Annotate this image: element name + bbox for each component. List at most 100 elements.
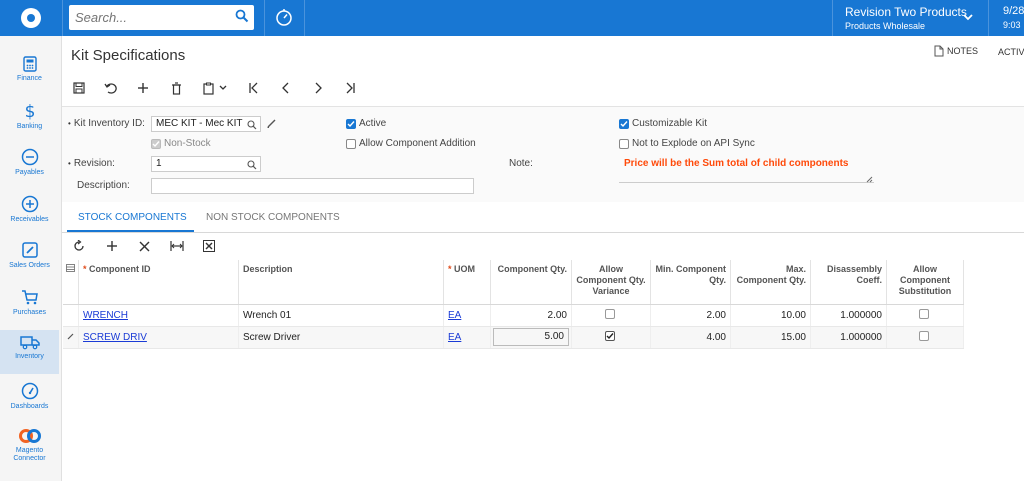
allow-variance-cell[interactable] <box>571 304 651 327</box>
uom-link[interactable]: EA <box>448 332 461 343</box>
refresh-button[interactable] <box>72 238 86 254</box>
sidebar-label: Receivables <box>10 216 49 223</box>
pencil-icon <box>21 242 38 258</box>
undo-button[interactable] <box>102 79 118 97</box>
delete-row-button[interactable] <box>137 238 151 254</box>
app-logo-icon[interactable] <box>0 0 62 36</box>
clipboard-icon <box>202 82 214 95</box>
table-row[interactable]: WRENCH Wrench 01 EA 2.00 2.00 10.00 1.00… <box>63 304 964 327</box>
next-record-button[interactable] <box>310 79 326 97</box>
excel-icon <box>203 240 215 252</box>
search-box <box>69 5 254 30</box>
date: 9/28 <box>1003 5 1024 17</box>
component-qty-cell[interactable]: 5.00 <box>490 326 572 349</box>
component-qty-input[interactable]: 5.00 <box>493 328 569 346</box>
col-allow-substitution[interactable]: Allow Component Substitution <box>886 260 964 305</box>
allow-variance-cell[interactable] <box>571 326 651 349</box>
search-icon[interactable] <box>247 160 257 170</box>
min-qty-cell[interactable]: 2.00 <box>650 304 731 327</box>
customizable-kit-checkbox[interactable]: Customizable Kit <box>619 118 707 129</box>
kit-inventory-id-field[interactable]: MEC KIT - Mec KIT <box>151 116 261 132</box>
search-icon[interactable] <box>235 9 249 23</box>
row-selector[interactable] <box>63 326 79 349</box>
copy-paste-button[interactable] <box>198 79 232 97</box>
col-max-qty[interactable]: Max. Component Qty. <box>730 260 811 305</box>
sidebar-item-finance[interactable]: Finance <box>0 52 59 96</box>
dollar-icon: $ <box>24 102 35 120</box>
plus-circle-icon <box>21 195 38 213</box>
history-icon[interactable] <box>274 8 294 28</box>
top-bar: Revision Two Products Products Wholesale… <box>0 0 1024 36</box>
sidebar-label: Magento Connector <box>13 447 46 462</box>
tab-stock-components[interactable]: STOCK COMPONENTS <box>78 212 187 223</box>
fit-columns-button[interactable] <box>169 238 185 254</box>
tab-non-stock-components[interactable]: NON STOCK COMPONENTS <box>206 212 340 223</box>
delete-button[interactable] <box>168 79 184 97</box>
last-record-button[interactable] <box>342 79 358 97</box>
svg-text:$: $ <box>24 102 35 120</box>
search-icon[interactable] <box>247 120 257 130</box>
activities-button[interactable]: ACTIV <box>998 47 1024 57</box>
revision-field[interactable]: 1 <box>151 156 261 172</box>
description-cell[interactable]: Screw Driver <box>238 326 444 349</box>
checkbox[interactable] <box>918 330 929 341</box>
sidebar-item-dashboards[interactable]: Dashboards <box>0 378 59 422</box>
export-excel-button[interactable] <box>202 238 216 254</box>
cart-icon <box>21 290 38 305</box>
previous-record-button[interactable] <box>278 79 294 97</box>
sidebar-item-magento-connector[interactable]: Magento Connector <box>0 424 59 476</box>
table-row[interactable]: SCREW DRIV Screw Driver EA 5.00 4.00 15.… <box>63 326 964 349</box>
sidebar-item-inventory[interactable]: Inventory <box>0 330 59 374</box>
uom-link[interactable]: EA <box>448 310 461 321</box>
component-id-link[interactable]: SCREW DRIV <box>83 332 147 343</box>
sidebar-item-receivables[interactable]: Receivables <box>0 191 59 235</box>
disassembly-cell[interactable]: 1.000000 <box>810 304 887 327</box>
component-id-link[interactable]: WRENCH <box>83 310 128 321</box>
col-uom[interactable]: * UOM <box>443 260 491 305</box>
allow-substitution-cell[interactable] <box>886 304 964 327</box>
checkbox[interactable] <box>604 331 615 341</box>
chevron-down-icon[interactable] <box>962 12 974 22</box>
allow-component-addition-checkbox[interactable]: Allow Component Addition <box>346 138 476 149</box>
col-disassembly-coeff[interactable]: Disassembly Coeff. <box>810 260 887 305</box>
active-checkbox[interactable]: Active <box>346 118 386 129</box>
date-time[interactable]: 9/28 9:03 <box>1003 5 1024 30</box>
description-cell[interactable]: Wrench 01 <box>238 304 444 327</box>
col-min-qty[interactable]: Min. Component Qty. <box>650 260 731 305</box>
save-button[interactable] <box>71 79 87 97</box>
row-selector-header[interactable] <box>63 260 79 305</box>
col-description[interactable]: Description <box>238 260 444 305</box>
non-stock-checkbox[interactable]: Non-Stock <box>151 138 211 149</box>
sidebar-item-payables[interactable]: Payables <box>0 144 59 188</box>
max-qty-cell[interactable]: 15.00 <box>730 326 811 349</box>
max-qty-cell[interactable]: 10.00 <box>730 304 811 327</box>
col-component-qty[interactable]: Component Qty. <box>490 260 572 305</box>
sidebar-item-sales-orders[interactable]: Sales Orders <box>0 237 59 281</box>
row-selector[interactable] <box>63 304 79 327</box>
non-stock-label: Non-Stock <box>164 138 211 149</box>
component-qty-cell[interactable]: 2.00 <box>490 304 572 327</box>
add-row-button[interactable] <box>105 238 119 254</box>
add-button[interactable] <box>135 79 151 97</box>
edit-icon[interactable] <box>266 118 277 129</box>
note-field[interactable]: Price will be the Sum total of child com… <box>624 158 848 169</box>
chevron-right-icon <box>315 82 322 94</box>
sidebar-label: Dashboards <box>10 403 49 410</box>
disassembly-cell[interactable]: 1.000000 <box>810 326 887 349</box>
search-input[interactable] <box>75 6 225 29</box>
sidebar-item-banking[interactable]: $ Banking <box>0 98 59 142</box>
checkbox[interactable] <box>604 308 615 319</box>
description-field[interactable] <box>151 178 474 194</box>
col-allow-variance[interactable]: Allow Component Qty. Variance <box>571 260 651 305</box>
allow-substitution-cell[interactable] <box>886 326 964 349</box>
trash-icon <box>171 81 181 95</box>
resize-handle-icon[interactable] <box>866 176 873 183</box>
min-qty-cell[interactable]: 4.00 <box>650 326 731 349</box>
notes-button[interactable]: NOTES <box>934 45 978 57</box>
col-component-id[interactable]: * Component ID <box>78 260 239 305</box>
sidebar-item-purchases[interactable]: Purchases <box>0 284 59 328</box>
checkbox[interactable] <box>918 308 929 319</box>
company-selector[interactable]: Revision Two Products Products Wholesale <box>845 5 967 31</box>
not-to-explode-checkbox[interactable]: Not to Explode on API Sync <box>619 138 755 149</box>
first-record-button[interactable] <box>246 79 262 97</box>
